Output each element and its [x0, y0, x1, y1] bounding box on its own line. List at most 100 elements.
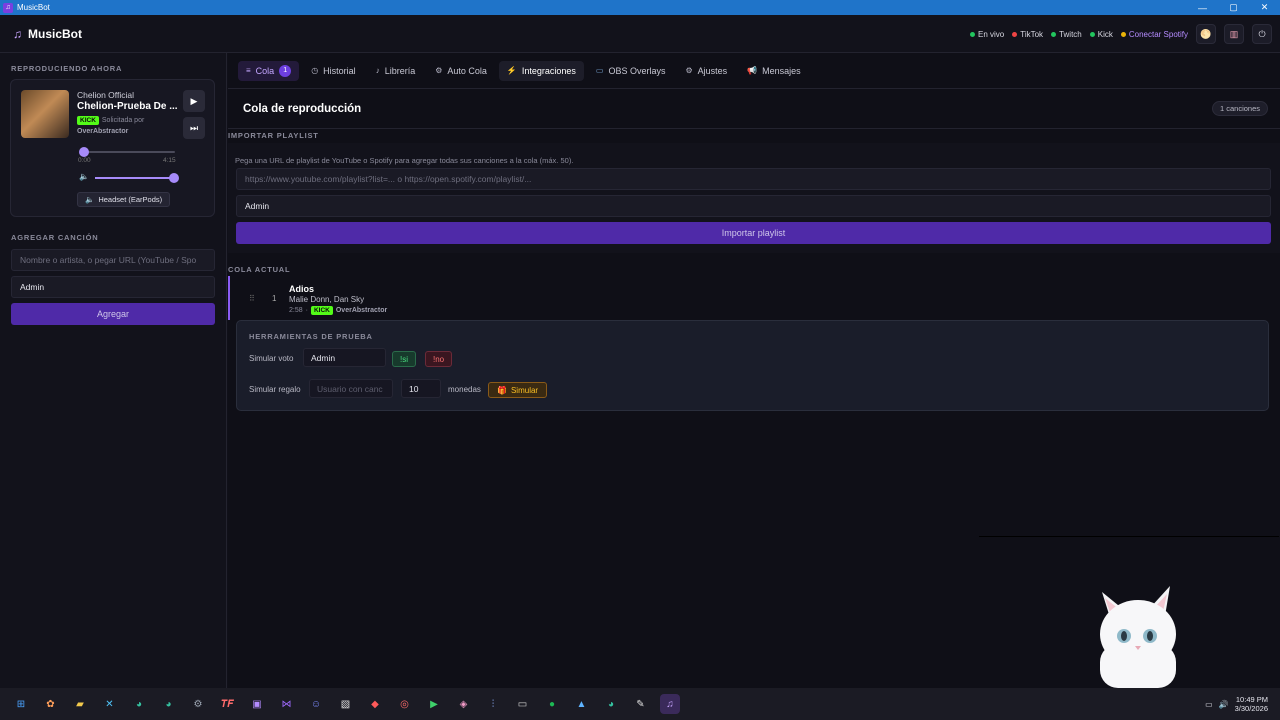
device-button[interactable]: 🔈 Headset (EarPods) [77, 192, 171, 207]
gift-icon: 🎁 [497, 385, 507, 395]
tab-mensajes[interactable]: 📢 Mensajes [739, 61, 809, 81]
copilot-icon[interactable]: ✿ [41, 694, 61, 714]
kick-badge: KICK [77, 116, 99, 125]
power-icon[interactable]: ⏻ [1252, 24, 1272, 44]
progress-slider[interactable] [79, 147, 175, 157]
queue-row[interactable]: ⠿ 1 Adios Malie Donn, Dan Sky 2:58 · KIC… [228, 276, 1280, 320]
monitor-icon: ▭ [595, 66, 604, 75]
tab-ajustes[interactable]: ⚙ Ajustes [678, 61, 736, 81]
now-playing-meta: KICK Solicitada por [77, 116, 144, 125]
now-playing-card: Chelion Official Chelion-Prueba De ... K… [10, 79, 215, 217]
visual-studio-icon[interactable]: ⋈ [277, 694, 297, 714]
app-red-icon[interactable]: ◆ [365, 694, 385, 714]
tab-obs-overlays[interactable]: ▭ OBS Overlays [588, 61, 674, 81]
discord-icon[interactable]: ☺ [306, 694, 326, 714]
terminal-icon[interactable]: ▭ [513, 694, 533, 714]
notes-icon[interactable]: ▥ [1224, 24, 1244, 44]
tab-label: Librería [384, 65, 416, 76]
tab-cola[interactable]: ≡ Cola 1 [238, 60, 300, 81]
datagrip-icon[interactable]: ▣ [247, 694, 267, 714]
time-current: 0:00 [78, 157, 91, 164]
photos-icon[interactable]: ▲ [572, 694, 592, 714]
notion-icon[interactable]: ▧ [336, 694, 356, 714]
status-dot-icon [1051, 31, 1057, 37]
add-song-heading: AGREGAR CANCIÓN [11, 233, 99, 242]
gift-amount-input[interactable]: 10 [401, 379, 441, 398]
clock[interactable]: 10:49 PM 3/30/2026 [1235, 695, 1268, 714]
pink-app-icon[interactable]: ◈ [454, 694, 474, 714]
terraform-icon[interactable]: 𝑻𝑭 [218, 694, 238, 714]
window-title: MusicBot [17, 3, 50, 12]
status-label: Twitch [1059, 29, 1082, 39]
gear-icon: ⚙ [685, 66, 693, 75]
megaphone-icon: 📢 [747, 66, 758, 75]
vote-no-button[interactable]: !no [425, 351, 453, 367]
queue-song-meta: 2:58 · KICK OverAbstractor [289, 306, 387, 315]
robot-icon: ⚙ [435, 66, 443, 75]
import-description: Pega una URL de playlist de YouTube o Sp… [235, 156, 574, 165]
simulate-gift-label: Simular regalo [249, 385, 301, 394]
headset-icon: 🔈 [85, 195, 95, 204]
tab-label: Historial [323, 65, 356, 76]
progress-knob[interactable] [79, 147, 89, 157]
skip-button[interactable]: ⏭ [183, 117, 205, 139]
tab-auto-cola[interactable]: ⚙ Auto Cola [427, 61, 495, 81]
edge-canary-icon[interactable]: ◕ [601, 694, 621, 714]
queue-song-duration: 2:58 [289, 307, 303, 314]
spotify-icon[interactable]: ● [542, 694, 562, 714]
edge-dev-icon[interactable]: ◕ [159, 694, 179, 714]
play-icon: ▶ [190, 95, 198, 106]
terminal-green-icon[interactable]: ▶ [424, 694, 444, 714]
lightning-icon: ⚡ [506, 66, 517, 75]
network-icon[interactable]: ▭ [1205, 700, 1213, 709]
status-tiktok: TikTok [1012, 30, 1043, 39]
now-playing-title: Chelion-Prueba De ... [77, 101, 177, 112]
app-header: ♫ MusicBot En vivo TikTok Twitch Kick Co… [0, 15, 1280, 53]
file-explorer-icon[interactable]: ▰ [70, 694, 90, 714]
app-icon: ♫ [3, 2, 13, 13]
edge-icon[interactable]: ◕ [129, 694, 149, 714]
import-playlist-button[interactable]: Importar playlist [236, 222, 1271, 244]
windows-start-icon[interactable]: ⊞ [11, 694, 31, 714]
tab-historial[interactable]: ◷ Historial [303, 61, 364, 81]
musicbot-taskbar-icon[interactable]: ♫ [660, 694, 680, 714]
volume-slider[interactable] [95, 173, 179, 183]
simulate-gift-button[interactable]: 🎁 Simular [488, 382, 548, 398]
code-editor-icon[interactable]: ✕ [100, 694, 120, 714]
minimize-button[interactable]: — [1187, 0, 1218, 15]
playlist-url-input[interactable]: https://www.youtube.com/playlist?list=..… [236, 168, 1271, 190]
volume-knob[interactable] [169, 173, 179, 183]
paint-icon[interactable]: ✎ [631, 694, 651, 714]
skip-icon: ⏭ [189, 122, 199, 133]
song-search-input[interactable]: Nombre o artista, o pegar URL (YouTube /… [11, 249, 215, 271]
tab-label: Auto Cola [447, 65, 487, 76]
taskbar: ⊞ ✿ ▰ ✕ ◕ ◕ ⚙ 𝑻𝑭 ▣ ⋈ ☺ ▧ ◆ ◎ ▶ ◈ ⫶ ▭ ● ▲… [0, 688, 1280, 720]
song-count-badge: 1 canciones [1211, 101, 1268, 116]
play-button[interactable]: ▶ [183, 90, 205, 112]
volume-icon[interactable]: 🔈 [79, 172, 89, 181]
music-note-icon: ♫ [13, 26, 22, 41]
maximize-button[interactable]: ▢ [1218, 0, 1249, 15]
brand: ♫ MusicBot [13, 27, 82, 41]
import-user-field[interactable]: Admin [236, 195, 1271, 217]
time-total: 4:15 [163, 157, 176, 164]
vote-user-field[interactable]: Admin [303, 348, 386, 367]
queue-song-user: OverAbstractor [335, 307, 388, 314]
github-desktop-icon[interactable]: ◎ [395, 694, 415, 714]
connect-spotify-link[interactable]: Conectar Spotify [1120, 30, 1188, 39]
close-button[interactable]: ✕ [1249, 0, 1280, 15]
queue-position: 1 [272, 294, 277, 303]
add-song-button[interactable]: Agregar [11, 303, 215, 325]
settings-icon[interactable]: ⚙ [188, 694, 208, 714]
vote-yes-button[interactable]: !si [392, 351, 416, 367]
divider [228, 128, 1280, 129]
tab-libreria[interactable]: ♪ Librería [368, 61, 424, 81]
volume-icon[interactable]: 🔊 [1219, 700, 1229, 709]
tab-integraciones[interactable]: ⚡ Integraciones [498, 60, 584, 81]
gift-user-input[interactable]: Usuario con canc [309, 379, 393, 398]
tab-label: Mensajes [762, 65, 801, 76]
drag-handle-icon[interactable]: ⠿ [249, 294, 255, 303]
audio-app-icon[interactable]: ⫶ [483, 694, 503, 714]
song-user-field[interactable]: Admin [11, 276, 215, 298]
theme-icon[interactable]: 🌕 [1196, 24, 1216, 44]
